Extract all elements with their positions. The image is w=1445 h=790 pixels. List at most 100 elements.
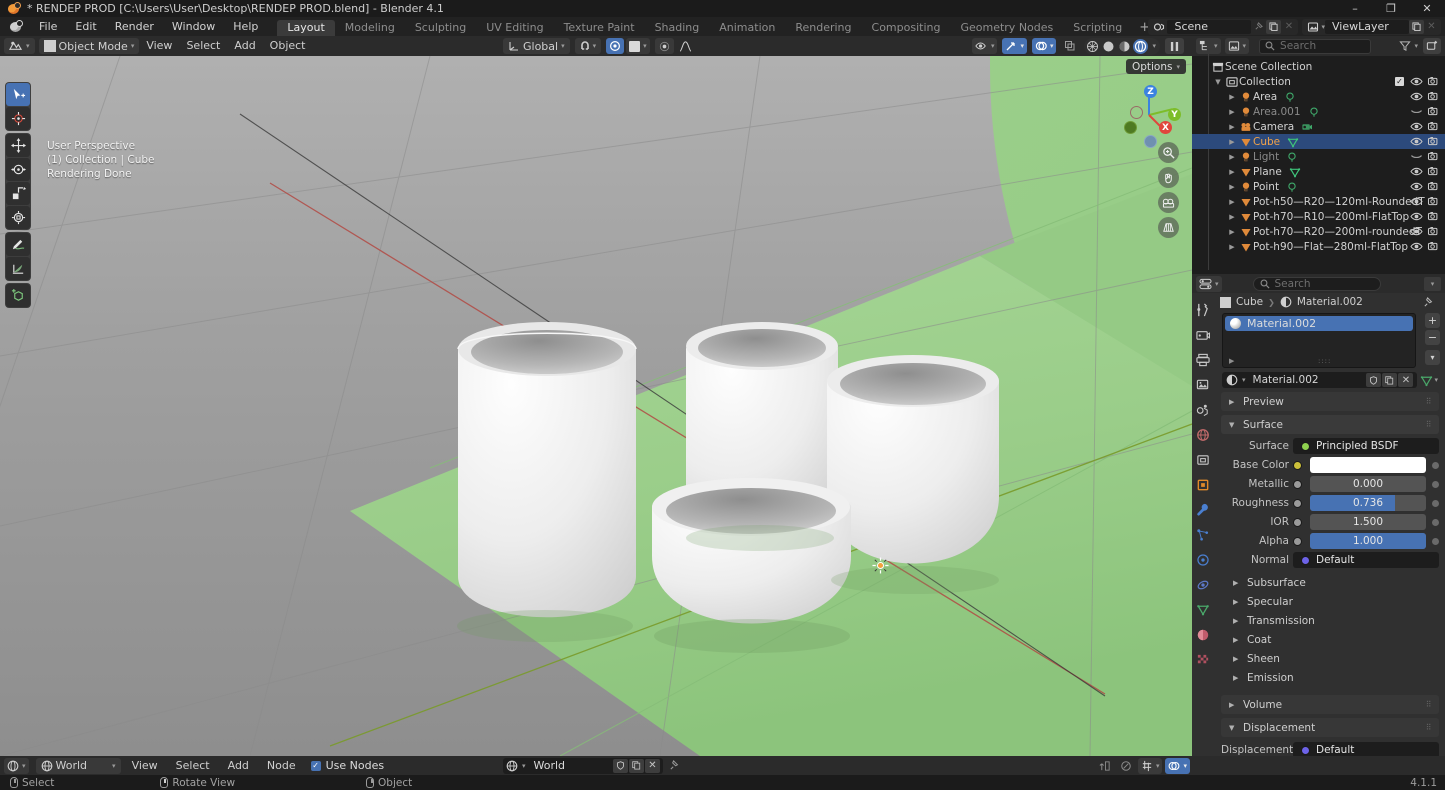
tab-scripting[interactable]: Scripting [1063, 20, 1132, 36]
properties-editor[interactable]: ▾ Search ▾ Cube ❯ Material.002 Material.… [1192, 274, 1445, 756]
scene-name[interactable]: Scene [1167, 19, 1252, 34]
overlays-icon[interactable]: ▾ [1031, 38, 1057, 54]
properties-search-input[interactable]: Search [1252, 276, 1381, 291]
roughness-slider[interactable]: 0.736 [1310, 495, 1426, 511]
remove-viewlayer-button[interactable]: ✕ [1424, 20, 1439, 34]
light-data-icon[interactable] [1280, 91, 1300, 103]
disable-in-renders-toggle[interactable] [1426, 75, 1441, 89]
pin-icon[interactable] [666, 760, 683, 771]
animate-property-dot[interactable] [1432, 461, 1439, 469]
snap-magnet-icon[interactable] [577, 40, 593, 52]
world-datablock-field[interactable]: ▾ World ✕ [503, 757, 663, 774]
viewport-menu-view[interactable]: View [139, 38, 179, 54]
gizmo-axis-neg-z[interactable] [1144, 135, 1157, 148]
new-viewlayer-button[interactable] [1409, 19, 1424, 34]
pin-icon[interactable] [1251, 20, 1266, 34]
tab-rendering[interactable]: Rendering [785, 20, 861, 36]
panel-subsurface[interactable]: ▶ Subsurface [1225, 573, 1439, 592]
world-icon[interactable] [506, 760, 518, 772]
outliner-row[interactable]: ▶ Pot-h50—R20—120ml-RoundedT [1192, 194, 1445, 209]
view-axis-gizmo[interactable]: Z Y X [1118, 82, 1182, 148]
collection-enable-checkbox[interactable]: ✓ [1392, 75, 1407, 89]
panel-volume[interactable]: ▶ Volume ⠿ [1221, 695, 1439, 714]
panel-grip[interactable]: ⠿ [1426, 700, 1432, 709]
gizmo-axis-z[interactable]: Z [1144, 85, 1157, 98]
tab-animation[interactable]: Animation [709, 20, 785, 36]
measure-tool[interactable] [6, 257, 30, 280]
hide-in-viewport-toggle[interactable] [1409, 120, 1424, 134]
panel-grip[interactable]: ⠿ [1426, 420, 1432, 429]
pan-hand-icon[interactable] [1158, 167, 1179, 188]
pin-icon[interactable] [1423, 296, 1438, 308]
viewport-menu-select[interactable]: Select [179, 38, 227, 54]
new-material-copy-icon[interactable] [1382, 373, 1398, 387]
add-cube-tool[interactable] [6, 284, 30, 307]
editor-type-3dview-icon[interactable]: ▾ [4, 38, 35, 54]
menu-file[interactable]: File [30, 17, 66, 36]
unlink-scene-button[interactable]: ✕ [1281, 20, 1296, 34]
resize-grip[interactable]: :::: [1318, 357, 1331, 365]
material-sphere-icon[interactable] [1226, 374, 1238, 386]
outliner-row[interactable]: ▶ Camera [1192, 119, 1445, 134]
gizmo-icon[interactable]: ▾ [1002, 38, 1027, 54]
hide-in-viewport-toggle[interactable] [1409, 225, 1424, 239]
funnel-icon[interactable]: ▾ [1397, 38, 1420, 54]
properties-collapse-button[interactable]: ▾ [1424, 276, 1441, 291]
panel-specular[interactable]: ▶ Specular [1225, 592, 1439, 611]
cursor-tool[interactable] [6, 107, 30, 130]
animate-property-dot[interactable] [1432, 499, 1439, 507]
render-camera-icon[interactable] [1194, 327, 1211, 342]
hide-in-viewport-toggle[interactable] [1409, 180, 1424, 194]
outliner-row[interactable]: Scene Collection [1192, 59, 1445, 74]
animate-property-dot[interactable] [1432, 518, 1439, 526]
menu-edit[interactable]: Edit [66, 17, 105, 36]
outliner-row[interactable]: ▶ Light [1192, 149, 1445, 164]
outliner-row[interactable]: ▶ Plane [1192, 164, 1445, 179]
disclosure-triangle-icon[interactable]: ▶ [1226, 138, 1238, 146]
tab-modeling[interactable]: Modeling [335, 20, 405, 36]
disclosure-triangle-icon[interactable]: ▶ [1226, 213, 1238, 221]
images-icon[interactable] [1194, 377, 1211, 392]
panel-emission[interactable]: ▶ Emission [1225, 668, 1439, 687]
hide-in-viewport-toggle[interactable] [1409, 105, 1424, 119]
shader-menu-view[interactable]: View [125, 758, 165, 774]
disable-in-renders-toggle[interactable] [1426, 210, 1441, 224]
object-square-icon[interactable] [1194, 477, 1211, 492]
unlink-x-icon[interactable]: ✕ [645, 758, 660, 773]
panel-preview[interactable]: ▶ Preview ⠿ [1221, 392, 1439, 411]
base-color-swatch[interactable] [1310, 457, 1426, 473]
outliner-row[interactable]: ▶ Cube [1192, 134, 1445, 149]
transform-tool[interactable] [6, 206, 30, 229]
scene-cone-icon[interactable] [1194, 402, 1211, 417]
disable-in-renders-toggle[interactable] [1426, 165, 1441, 179]
mesh-data-icon[interactable] [1283, 136, 1303, 148]
normal-field[interactable]: Default [1293, 552, 1439, 568]
xray-icon[interactable] [1061, 38, 1079, 54]
filter-id-icon[interactable]: ▾ [1224, 38, 1250, 54]
hide-in-viewport-toggle[interactable] [1409, 75, 1424, 89]
texture-checker-icon[interactable] [1194, 652, 1211, 667]
world-name[interactable]: World [534, 759, 566, 772]
tab-uv-editing[interactable]: UV Editing [476, 20, 553, 36]
wrench-icon[interactable] [1194, 502, 1211, 517]
panel-grip[interactable]: ⠿ [1426, 397, 1432, 406]
panel-coat[interactable]: ▶ Coat [1225, 630, 1439, 649]
minimize-button[interactable]: – [1337, 0, 1373, 17]
outliner-row[interactable]: ▼ Collection ✓ [1192, 74, 1445, 89]
physics-orbit-icon[interactable] [1194, 552, 1211, 567]
chevron-down-icon[interactable]: ▾ [593, 42, 600, 50]
camera-data-icon[interactable] [1297, 121, 1317, 133]
panel-displacement[interactable]: ▼ Displacement ⠿ [1221, 718, 1439, 737]
material-slot-specials-button[interactable]: ▾ [1425, 350, 1440, 365]
disable-in-renders-toggle[interactable] [1426, 90, 1441, 104]
outliner-row[interactable]: ▶ Point [1192, 179, 1445, 194]
zoom-icon[interactable] [1158, 142, 1179, 163]
outliner-row[interactable]: ▶ Area [1192, 89, 1445, 104]
world-globe-icon[interactable] [1194, 427, 1211, 442]
mesh-data-triangle-icon[interactable] [1194, 602, 1211, 617]
gizmo-axis-y[interactable]: Y [1168, 108, 1181, 121]
maximize-button[interactable]: ❐ [1373, 0, 1409, 17]
animate-property-dot[interactable] [1432, 537, 1439, 545]
snap-target-icon[interactable]: ▾ [1137, 757, 1163, 774]
disclosure-triangle-icon[interactable]: ▼ [1212, 78, 1224, 86]
